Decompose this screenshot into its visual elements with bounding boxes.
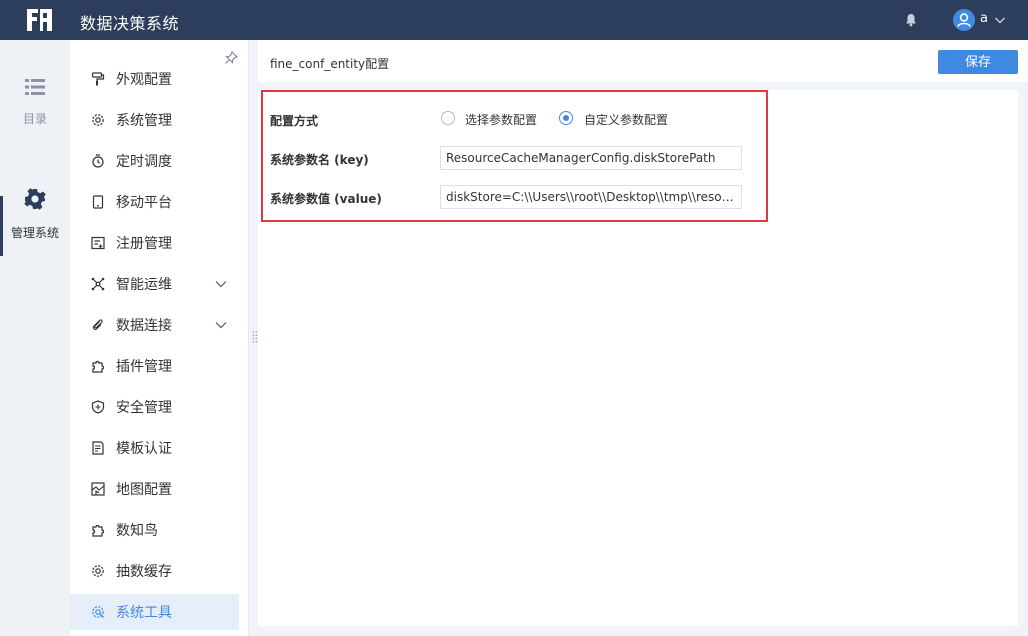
radio-custom-param-label[interactable]: 自定义参数配置 <box>584 111 668 128</box>
nav-item-label: 定时调度 <box>116 154 172 170</box>
network-icon <box>91 277 105 291</box>
nav-item-label: 注册管理 <box>116 236 172 252</box>
param-value-label: 系统参数值 (value) <box>270 192 382 206</box>
nav-item-map-config[interactable]: 地图配置 <box>70 471 239 507</box>
top-bar: 数据决策系统 a <box>0 0 1028 40</box>
config-mode-label: 配置方式 <box>270 114 319 128</box>
puzzle-icon <box>92 360 105 373</box>
nav-item-label: 系统工具 <box>116 605 172 621</box>
tablet-icon <box>92 195 104 209</box>
nav-item-label: 移动平台 <box>116 195 172 211</box>
app-title: 数据决策系统 <box>80 14 180 33</box>
user-avatar-icon[interactable] <box>953 9 975 31</box>
map-icon <box>91 482 105 496</box>
nav-item-data-connection[interactable]: 数据连接 <box>70 307 239 343</box>
nav-item-scheduling[interactable]: 定时调度 <box>70 143 239 179</box>
nav-item-smart-ops[interactable]: 智能运维 <box>70 266 239 302</box>
nav-item-label: 数据连接 <box>116 318 172 334</box>
app-logo-icon[interactable] <box>26 8 53 32</box>
gear-icon <box>24 188 46 210</box>
link-icon <box>92 319 103 330</box>
list-icon <box>25 79 45 95</box>
save-button[interactable]: 保存 <box>938 50 1018 74</box>
content-header: fine_conf_entity配置 保存 <box>258 40 1028 82</box>
nav-item-plugin-management[interactable]: 插件管理 <box>70 348 239 384</box>
bell-icon[interactable] <box>904 13 918 27</box>
nav-item-shuzhiniao[interactable]: 数知鸟 <box>70 512 239 548</box>
nav-item-registration[interactable]: 注册管理 <box>70 225 239 261</box>
rail-label: 目录 <box>22 112 47 126</box>
radio-select-param-label[interactable]: 选择参数配置 <box>465 111 537 128</box>
nav-item-security-management[interactable]: 安全管理 <box>70 389 239 425</box>
gear-tool-icon <box>92 606 104 618</box>
rail-item-management[interactable]: 管理系统 <box>0 188 70 241</box>
nav-item-label: 抽数缓存 <box>116 564 172 580</box>
nav-item-label: 智能运维 <box>116 277 172 293</box>
nav-item-mobile-platform[interactable]: 移动平台 <box>70 184 239 220</box>
chevron-down-icon[interactable] <box>215 278 227 290</box>
register-icon <box>91 236 105 250</box>
rail-item-directory[interactable]: 目录 <box>0 78 70 127</box>
nav-item-system-management[interactable]: 系统管理 <box>70 102 239 138</box>
gear-icon <box>92 114 104 126</box>
document-icon <box>92 441 104 455</box>
param-key-label: 系统参数名 (key) <box>270 153 369 167</box>
timer-icon <box>92 154 104 168</box>
puzzle-icon <box>92 524 105 537</box>
nav-item-template-certification[interactable]: 模板认证 <box>70 430 239 466</box>
nav-item-label: 插件管理 <box>116 359 172 375</box>
gear-icon <box>92 565 104 577</box>
paint-roller-icon <box>91 72 105 86</box>
radio-custom-param[interactable] <box>559 111 573 125</box>
rail-label: 管理系统 <box>10 226 59 240</box>
nav-item-label: 系统管理 <box>116 113 172 129</box>
page-title: fine_conf_entity配置 <box>270 57 390 71</box>
nav-item-label: 安全管理 <box>116 400 172 416</box>
nav-panel: 外观配置 系统管理 定时调度 移动平台 注册管理 智能运维 数据连接 插件管理 … <box>70 40 249 636</box>
chevron-down-icon[interactable] <box>994 14 1006 26</box>
nav-item-appearance[interactable]: 外观配置 <box>70 61 239 97</box>
config-form: 配置方式 选择参数配置 自定义参数配置 系统参数名 (key) Resource… <box>258 90 1018 626</box>
nav-item-extract-cache[interactable]: 抽数缓存 <box>70 553 239 589</box>
param-value-input[interactable]: diskStore=C:\\Users\\root\\Desktop\\tmp\… <box>440 185 742 209</box>
chevron-down-icon[interactable] <box>215 319 227 331</box>
nav-item-label: 外观配置 <box>116 72 172 88</box>
user-name[interactable]: a <box>980 11 988 26</box>
param-key-input[interactable]: ResourceCacheManagerConfig.diskStorePath <box>440 146 742 170</box>
left-rail: 目录 管理系统 <box>0 40 70 636</box>
nav-item-system-tools[interactable]: 系统工具 <box>70 594 239 630</box>
nav-item-label: 模板认证 <box>116 441 172 457</box>
nav-item-label: 数知鸟 <box>116 523 158 539</box>
nav-item-label: 地图配置 <box>116 482 172 498</box>
radio-select-param[interactable] <box>441 111 455 125</box>
shield-icon <box>91 400 105 414</box>
